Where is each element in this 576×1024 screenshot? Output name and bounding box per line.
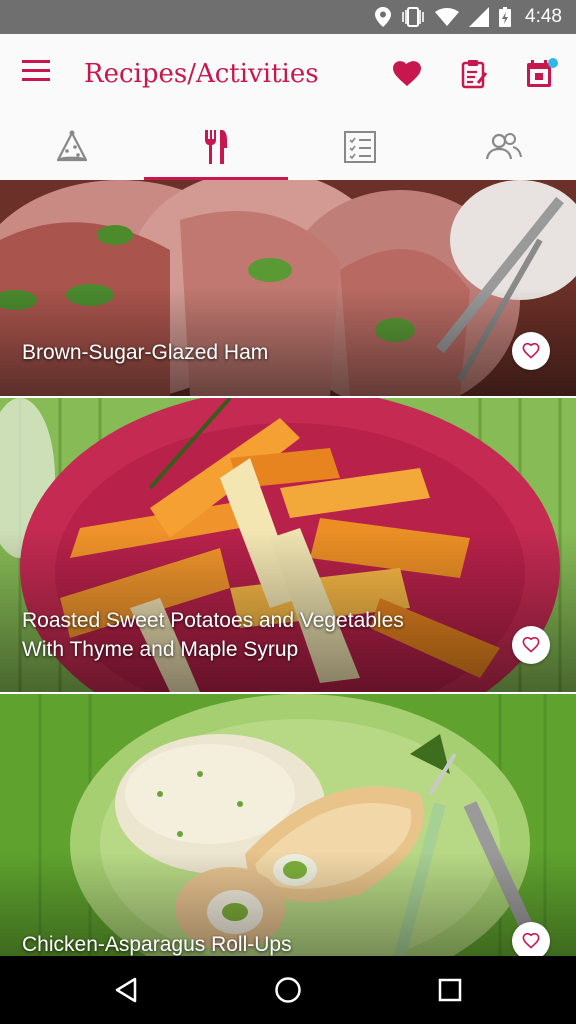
tab-bar — [0, 114, 576, 181]
recipe-title: Brown-Sugar-Glazed Ham — [22, 341, 269, 364]
fork-knife-icon — [205, 130, 227, 164]
location-icon — [375, 7, 392, 27]
back-icon — [115, 977, 137, 1003]
shopping-list-button[interactable] — [456, 56, 492, 92]
home-icon — [275, 977, 301, 1003]
tab-checklist[interactable] — [288, 114, 432, 180]
app-bar: Recipes/Activities — [0, 34, 576, 114]
favorite-button[interactable] — [512, 922, 550, 956]
status-bar: 4:48 — [0, 0, 576, 34]
calendar-button[interactable] — [524, 56, 560, 92]
tab-people[interactable] — [432, 114, 576, 180]
hamburger-menu-icon — [22, 60, 50, 81]
shopping-list-icon — [461, 60, 488, 89]
party-hat-icon — [56, 130, 88, 162]
wifi-icon — [435, 8, 460, 26]
signal-icon — [469, 7, 490, 27]
home-button[interactable] — [266, 968, 310, 1012]
favorite-button[interactable] — [512, 332, 550, 370]
back-button[interactable] — [104, 968, 148, 1012]
heart-outline-icon — [522, 637, 540, 653]
recipe-card[interactable]: Roasted Sweet Potatoes and Vegetables Wi… — [0, 398, 576, 692]
checklist-icon — [344, 131, 376, 163]
recipe-card[interactable]: Brown-Sugar-Glazed Ham — [0, 180, 576, 396]
recipe-title: Chicken-Asparagus Roll-Ups — [22, 933, 292, 956]
recents-icon — [438, 978, 462, 1002]
tab-activities[interactable] — [0, 114, 144, 180]
menu-button[interactable] — [22, 60, 52, 88]
battery-charging-icon — [499, 7, 512, 27]
heart-outline-icon — [522, 343, 540, 359]
favorite-button[interactable] — [512, 626, 550, 664]
heart-outline-icon — [522, 933, 540, 949]
recipe-photo-chicken — [0, 694, 576, 956]
recents-button[interactable] — [428, 968, 472, 1012]
people-icon — [485, 133, 522, 160]
favorites-button[interactable] — [389, 56, 425, 92]
system-nav-bar — [0, 956, 576, 1024]
recipe-card[interactable]: Chicken-Asparagus Roll-Ups — [0, 694, 576, 956]
calendar-icon — [527, 58, 558, 87]
favorite-icon — [393, 61, 421, 87]
vibrate-icon — [402, 7, 424, 27]
page-title: Recipes/Activities — [84, 59, 319, 89]
tab-recipes[interactable] — [144, 114, 288, 180]
status-time: 4:48 — [525, 6, 562, 27]
recipe-title: Roasted Sweet Potatoes and Vegetables Wi… — [22, 609, 404, 661]
